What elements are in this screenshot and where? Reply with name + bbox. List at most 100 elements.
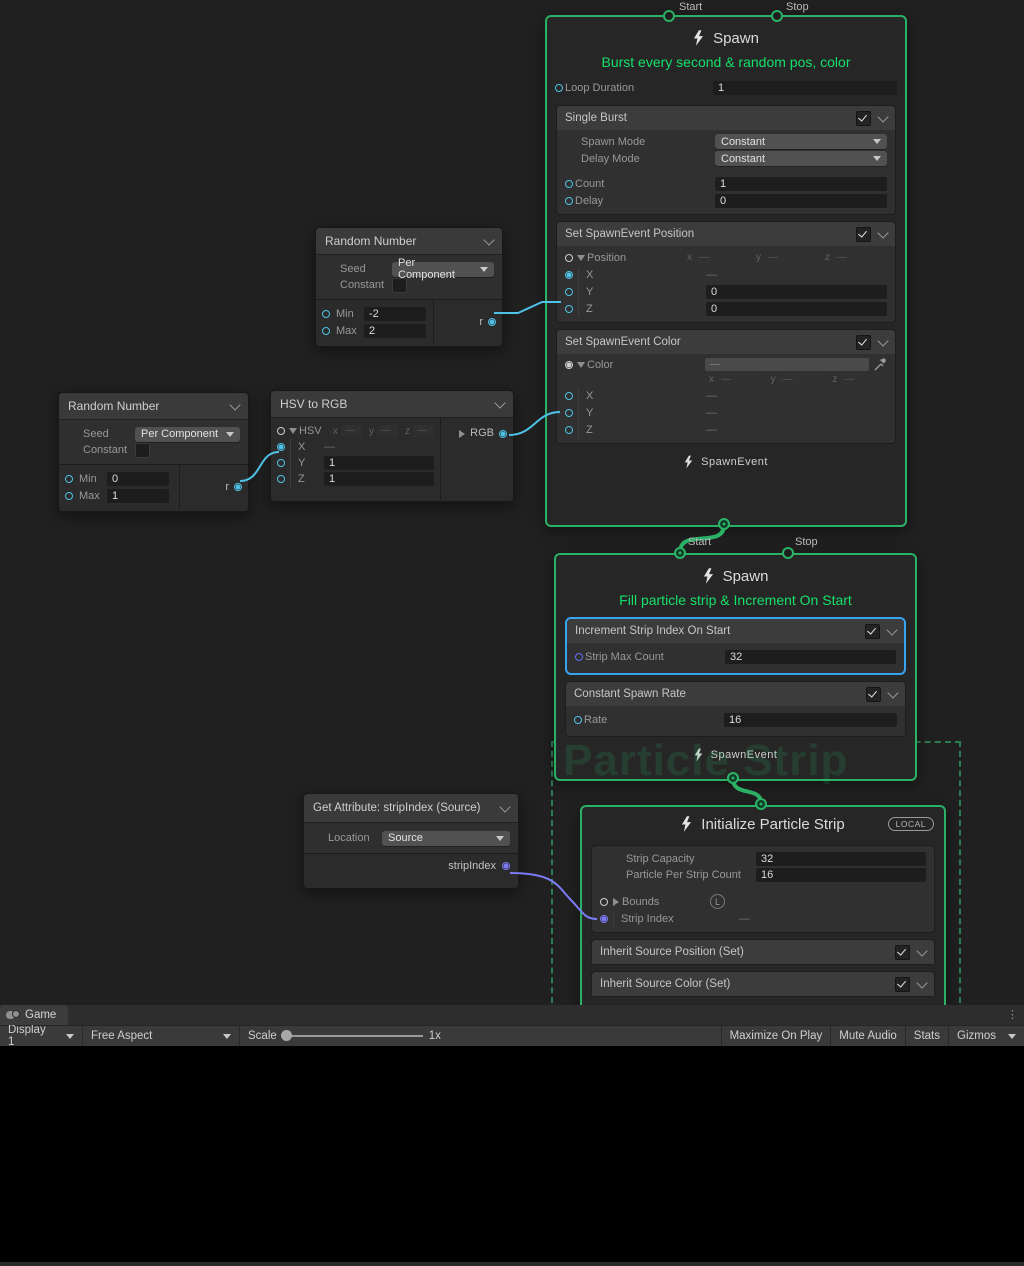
color-z-port[interactable] [565,426,573,434]
display-dropdown[interactable]: Display 1 [0,1026,82,1046]
hsv-x-port[interactable] [277,443,285,451]
stats-button[interactable]: Stats [906,1026,948,1046]
max-port[interactable] [322,327,330,335]
delay-field[interactable]: 0 [715,194,887,208]
max-port[interactable] [65,492,73,500]
stripindex-output-port[interactable] [502,862,510,870]
y-field[interactable]: 0 [706,285,887,299]
chevron-down-icon[interactable] [916,945,927,956]
position-z-port[interactable] [565,305,573,313]
count-port[interactable] [565,180,573,188]
y-field[interactable]: 1 [324,456,434,470]
hsv-y-port[interactable] [277,459,285,467]
chevron-down-icon[interactable] [483,234,494,245]
maximize-on-play-button[interactable]: Maximize On Play [722,1026,831,1046]
chevron-down-icon[interactable] [916,977,927,988]
spawn-context-strip[interactable]: Spawn Fill particle strip & Increment On… [554,553,917,781]
loop-duration-field[interactable]: 1 [713,81,897,95]
inherit-source-color-block[interactable]: Inherit Source Color (Set) [591,971,935,997]
hsv-to-rgb-node[interactable]: HSV to RGB HSV x— y— z— X [270,390,514,502]
strip-capacity-field[interactable]: 32 [756,852,926,866]
spawn-context-burst[interactable]: Spawn Burst every second & random pos, c… [545,15,907,527]
min-port[interactable] [65,475,73,483]
chevron-down-icon[interactable] [887,687,898,698]
position-x-port[interactable] [565,271,573,279]
expand-triangle-icon[interactable] [577,362,585,368]
min-field[interactable]: 0 [107,472,169,486]
loop-duration-port[interactable] [555,84,563,92]
strip-max-count-field[interactable]: 32 [725,650,896,664]
hsv-port[interactable] [277,427,285,435]
chevron-down-icon[interactable] [229,399,240,410]
block-enabled-checkbox[interactable] [895,977,910,992]
color-x-port[interactable] [565,392,573,400]
tab-game[interactable]: Game [0,1005,68,1025]
scale-slider[interactable] [283,1035,423,1037]
initialize-input-port[interactable] [755,798,767,810]
min-port[interactable] [322,310,330,318]
particle-per-strip-count-field[interactable]: 16 [756,868,926,882]
block-enabled-checkbox[interactable] [895,945,910,960]
block-enabled-checkbox[interactable] [856,335,871,350]
color-y-port[interactable] [565,409,573,417]
set-spawnevent-color-block[interactable]: Set SpawnEvent Color — Color [556,329,896,444]
z-field[interactable]: 0 [706,302,887,316]
block-enabled-checkbox[interactable] [856,227,871,242]
increment-strip-index-block[interactable]: Increment Strip Index On Start Strip Max… [565,617,906,675]
delay-mode-dropdown[interactable]: Constant [715,151,887,166]
local-space-badge[interactable]: LOCAL [888,817,934,831]
spawn2-spawnevent-port[interactable] [727,772,739,784]
mute-audio-button[interactable]: Mute Audio [831,1026,905,1046]
block-enabled-checkbox[interactable] [856,111,871,126]
max-field[interactable]: 2 [364,324,426,338]
inherit-source-position-block[interactable]: Inherit Source Position (Set) [591,939,935,965]
hsv-z-port[interactable] [277,475,285,483]
gizmos-dropdown[interactable]: Gizmos [949,1026,1024,1046]
expand-triangle-icon[interactable] [577,255,585,261]
expand-triangle-icon[interactable] [289,428,297,434]
chevron-down-icon[interactable] [877,335,888,346]
get-attribute-node[interactable]: Get Attribute: stripIndex (Source) Locat… [303,793,519,889]
z-field[interactable]: 1 [324,472,434,486]
spawn1-start-port[interactable] [663,10,675,22]
position-y-port[interactable] [565,288,573,296]
set-spawnevent-position-block[interactable]: Set SpawnEvent Position Position x— y— z… [556,221,896,323]
random-output-port[interactable] [234,483,242,491]
delay-port[interactable] [565,197,573,205]
chevron-down-icon[interactable] [499,801,510,812]
kebab-menu-icon[interactable]: ⋮ [1007,1008,1018,1021]
random-number-node-2[interactable]: Random Number Seed Per Component Constan… [58,392,249,512]
bounds-port[interactable] [600,898,608,906]
block-enabled-checkbox[interactable] [865,624,880,639]
strip-index-port[interactable] [600,915,608,923]
min-field[interactable]: -2 [364,307,426,321]
random-output-port[interactable] [488,318,496,326]
seed-dropdown[interactable]: Per Component [392,262,494,277]
single-burst-block[interactable]: Single Burst Spawn Mode Constant Delay M… [556,105,896,215]
constant-spawn-rate-block[interactable]: Constant Spawn Rate Rate 16 [565,681,906,737]
scale-slider-handle[interactable] [281,1030,292,1041]
rgb-output-port[interactable] [499,430,507,438]
chevron-down-icon[interactable] [886,624,897,635]
spawn-mode-dropdown[interactable]: Constant [715,134,887,149]
collapsed-triangle-icon[interactable] [613,898,619,906]
rate-port[interactable] [574,716,582,724]
aspect-dropdown[interactable]: Free Aspect [83,1026,239,1046]
random-number-node-1[interactable]: Random Number Seed Per Component Constan… [315,227,503,347]
chevron-down-icon[interactable] [877,227,888,238]
local-space-icon[interactable]: L [710,894,725,909]
block-enabled-checkbox[interactable] [866,687,881,702]
max-field[interactable]: 1 [107,489,169,503]
spawn1-stop-port[interactable] [771,10,783,22]
count-field[interactable]: 1 [715,177,887,191]
location-dropdown[interactable]: Source [382,831,510,846]
color-port[interactable] [565,361,573,369]
position-port[interactable] [565,254,573,262]
initialize-particle-strip-node[interactable]: Initialize Particle Strip LOCAL Strip Ca… [580,805,946,1014]
seed-dropdown[interactable]: Per Component [135,427,240,442]
chevron-down-icon[interactable] [877,111,888,122]
spawn2-stop-port[interactable] [782,547,794,559]
spawn1-spawnevent-port[interactable] [718,518,730,530]
constant-checkbox[interactable] [135,443,150,458]
strip-max-count-port[interactable] [575,653,583,661]
